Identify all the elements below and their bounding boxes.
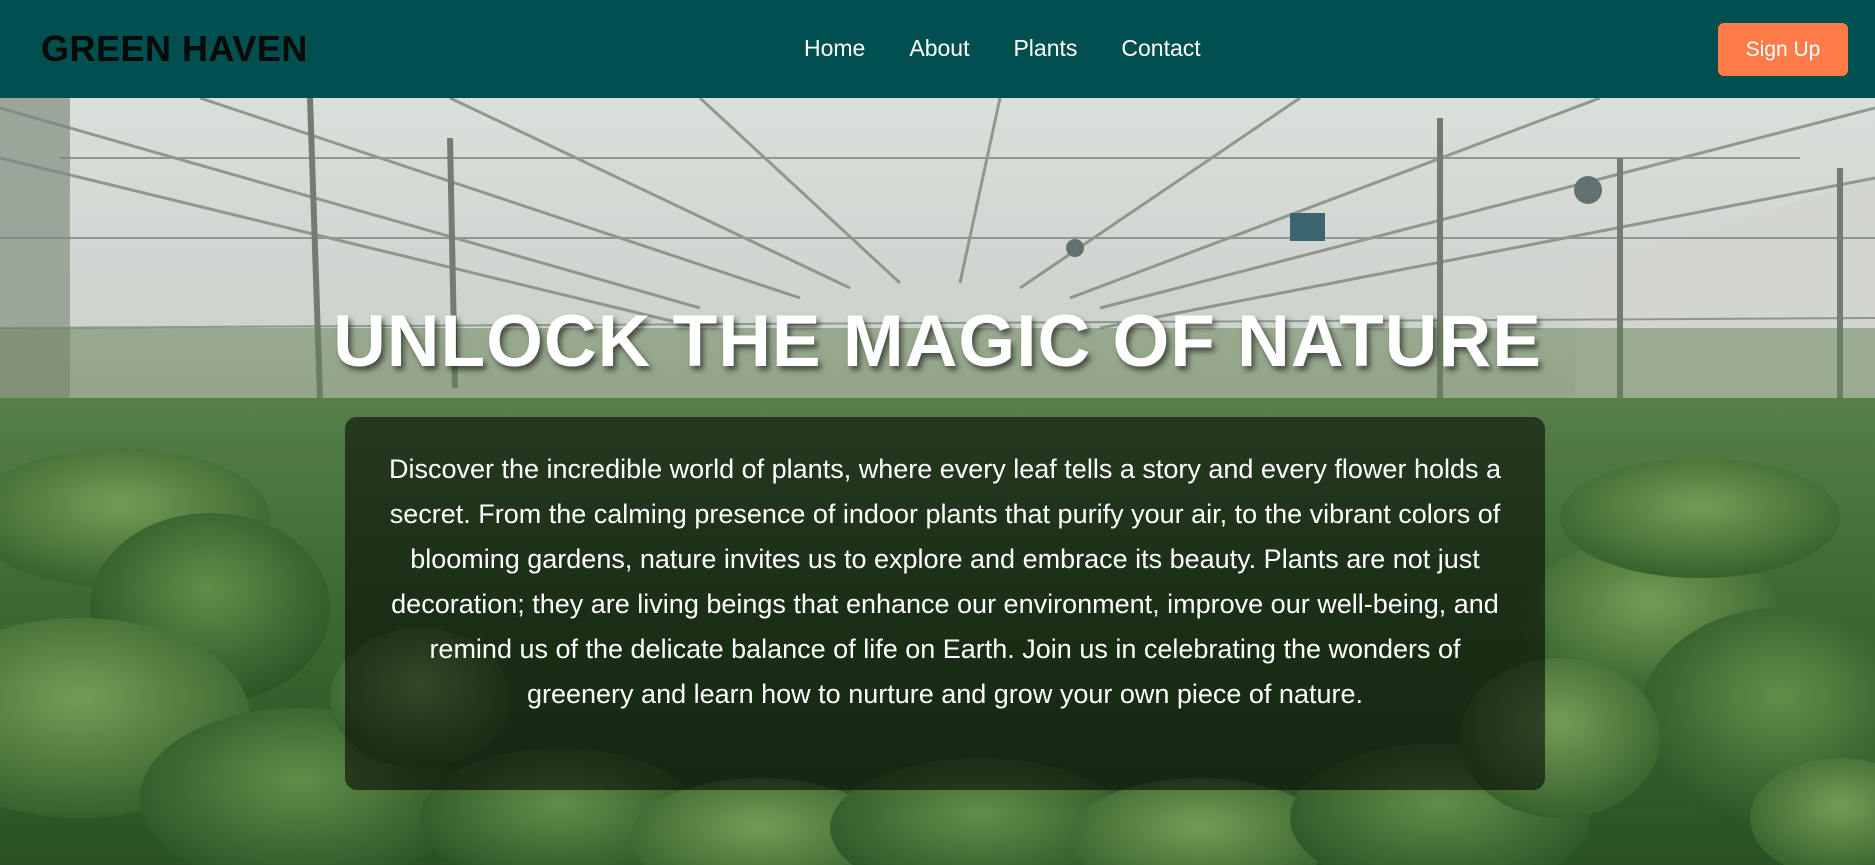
site-logo[interactable]: GREEN HAVEN xyxy=(41,28,308,70)
hero-description: Discover the incredible world of plants,… xyxy=(388,454,1502,709)
hero-description-panel: Discover the incredible world of plants,… xyxy=(345,417,1545,790)
hero-title: UNLOCK THE MAGIC OF NATURE xyxy=(333,301,1542,382)
sign-up-button[interactable]: Sign Up xyxy=(1718,23,1848,76)
nav-plants-link[interactable]: Plants xyxy=(1013,34,1077,62)
hero-section: UNLOCK THE MAGIC OF NATURE Discover the … xyxy=(0,98,1875,865)
navbar: GREEN HAVEN Home About Plants Contact Si… xyxy=(0,0,1875,98)
main-nav: Home About Plants Contact xyxy=(804,34,1201,62)
nav-about-link[interactable]: About xyxy=(909,34,969,62)
nav-contact-link[interactable]: Contact xyxy=(1121,34,1200,62)
nav-home-link[interactable]: Home xyxy=(804,34,865,62)
